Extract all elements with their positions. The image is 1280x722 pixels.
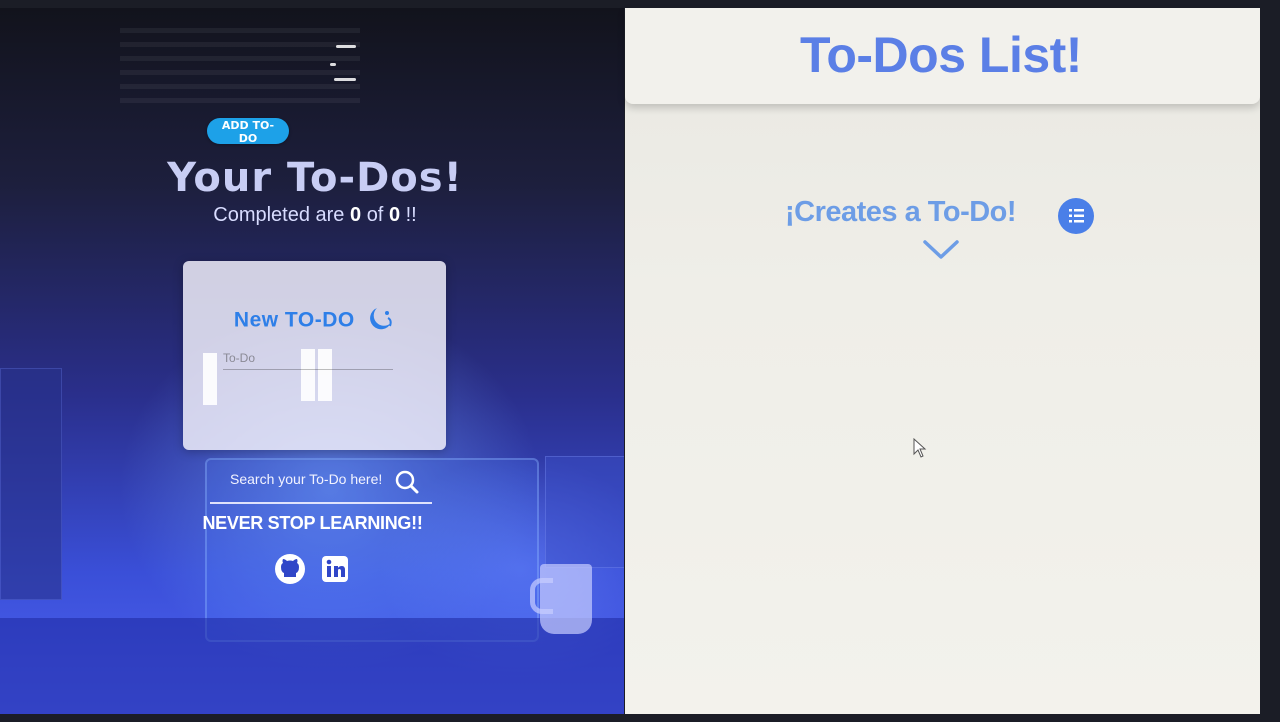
- page-title: Your To-Dos!: [167, 155, 463, 201]
- linkedin-icon[interactable]: [321, 555, 349, 588]
- search-label: Search your To-Do here!: [230, 471, 383, 487]
- completed-prefix: Completed are: [213, 204, 345, 226]
- completed-of: of: [366, 204, 384, 226]
- search-field[interactable]: Search your To-Do here!: [210, 466, 432, 504]
- new-todo-card: New TO-DO: [183, 261, 446, 450]
- list-title: To-Dos List!: [800, 27, 1082, 83]
- moon-icon: [363, 305, 395, 337]
- screen-bezel: [1260, 0, 1280, 722]
- todo-list-panel: To-Dos List! ¡Creates a To-Do!: [625, 8, 1260, 714]
- empty-state-prompt: ¡Creates a To-Do!: [785, 196, 1017, 228]
- list-header: To-Dos List!: [625, 8, 1260, 104]
- completed-suffix: !!: [405, 204, 417, 226]
- search-icon[interactable]: [394, 469, 420, 500]
- new-todo-title: New TO-DO: [233, 308, 355, 332]
- todo-input[interactable]: [223, 347, 393, 370]
- new-todo-heading: New TO-DO: [183, 305, 446, 337]
- chevron-down-icon[interactable]: [922, 238, 960, 265]
- motto-text: NEVER STOP LEARNING!!: [202, 513, 423, 533]
- total-count: 0: [388, 204, 401, 226]
- completed-counter: Completed are 0 of 0 !!: [120, 204, 510, 227]
- github-icon[interactable]: [274, 553, 306, 590]
- add-todo-button[interactable]: ADD TO-DO: [207, 118, 289, 145]
- completed-count: 0: [350, 204, 362, 226]
- mouse-cursor-icon: [913, 437, 927, 463]
- list-icon[interactable]: [1057, 197, 1095, 240]
